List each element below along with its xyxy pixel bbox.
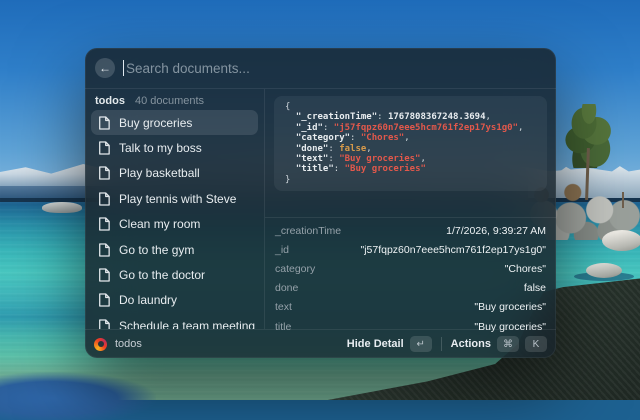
footer-app-name: todos xyxy=(115,338,142,350)
list-item-label: Play basketball xyxy=(119,166,200,180)
enter-key-icon: ↵ xyxy=(410,336,432,352)
search-bar: ← Search documents... xyxy=(85,48,556,89)
list-item-label: Buy groceries xyxy=(119,116,192,130)
metadata-label: category xyxy=(275,263,315,275)
code-line: "_creationTime": 1767808367248.3694, xyxy=(285,112,536,122)
document-icon xyxy=(98,166,110,180)
document-count: 40 documents xyxy=(135,95,204,107)
code-line: "title": "Buy groceries" xyxy=(285,164,536,174)
metadata-value: 1/7/2026, 9:39:27 AM xyxy=(446,225,546,237)
list-item-label: Talk to my boss xyxy=(119,141,202,155)
metadata-value: "Buy groceries" xyxy=(474,301,546,313)
list-item-label: Schedule a team meeting xyxy=(119,319,255,329)
footer-separator xyxy=(441,337,442,351)
code-line: } xyxy=(285,175,536,185)
footer-bar: todos Hide Detail ↵ Actions ⌘ K xyxy=(85,329,556,358)
document-icon xyxy=(98,116,110,130)
back-button[interactable]: ← xyxy=(95,58,115,78)
document-icon xyxy=(98,243,110,257)
document-icon xyxy=(98,319,110,329)
list-item[interactable]: Do laundry xyxy=(91,288,258,313)
code-line: { xyxy=(285,102,536,112)
json-code-block: { "_creationTime": 1767808367248.3694, "… xyxy=(274,96,547,191)
code-line: "category": "Chores", xyxy=(285,133,536,143)
code-line: "text": "Buy groceries", xyxy=(285,154,536,164)
metadata-label: done xyxy=(275,282,298,294)
metadata-row: _id "j57fqpz60n7eee5hcm761f2ep17ys1g0" xyxy=(265,240,556,259)
wallpaper-white-boulder-small xyxy=(586,263,622,278)
metadata-value: false xyxy=(524,282,546,294)
list-item[interactable]: Buy groceries xyxy=(91,110,258,135)
actions-button[interactable]: Actions xyxy=(451,338,491,350)
list-item-label: Do laundry xyxy=(119,293,177,307)
detail-panel: { "_creationTime": 1767808367248.3694, "… xyxy=(264,89,556,329)
json-preview-section: { "_creationTime": 1767808367248.3694, "… xyxy=(265,89,556,218)
document-list: Buy groceries Talk to my boss Play basketb… xyxy=(85,110,264,329)
list-section-header: todos 40 documents xyxy=(85,89,264,107)
convex-logo-icon xyxy=(94,338,107,351)
document-icon xyxy=(98,192,110,206)
wallpaper-small-rocks xyxy=(42,202,82,213)
k-key-icon: K xyxy=(525,336,547,352)
code-line: "_id": "j57fqpz60n7eee5hcm761f2ep17ys1g0… xyxy=(285,123,536,133)
metadata-label: _id xyxy=(275,244,289,256)
metadata-label: text xyxy=(275,301,292,313)
metadata-row: category "Chores" xyxy=(265,259,556,278)
footer-actions: Hide Detail ↵ Actions ⌘ K xyxy=(347,336,547,352)
list-item-label: Go to the doctor xyxy=(119,268,205,282)
hide-detail-button[interactable]: Hide Detail xyxy=(347,338,404,350)
list-item-label: Clean my room xyxy=(119,217,200,231)
collection-name: todos xyxy=(95,95,125,107)
list-item-label: Play tennis with Steve xyxy=(119,192,236,206)
list-item[interactable]: Play tennis with Steve xyxy=(91,186,258,211)
code-line: "done": false, xyxy=(285,144,536,154)
wallpaper-white-boulder xyxy=(602,230,640,251)
document-icon xyxy=(98,293,110,307)
window-body: todos 40 documents Buy groceries Talk to … xyxy=(85,89,556,329)
list-item[interactable]: Go to the doctor xyxy=(91,262,258,287)
list-item-label: Go to the gym xyxy=(119,243,194,257)
metadata-row: _creationTime 1/7/2026, 9:39:27 AM xyxy=(265,221,556,240)
document-icon xyxy=(98,268,110,282)
list-item[interactable]: Talk to my boss xyxy=(91,135,258,160)
list-item[interactable]: Go to the gym xyxy=(91,237,258,262)
metadata-row: done false xyxy=(265,279,556,298)
command-palette-window: ← Search documents... todos 40 documents… xyxy=(85,48,556,358)
document-icon xyxy=(98,141,110,155)
list-item[interactable]: Clean my room xyxy=(91,212,258,237)
search-input[interactable]: Search documents... xyxy=(126,61,250,76)
metadata-label: _creationTime xyxy=(275,225,341,237)
back-arrow-icon: ← xyxy=(99,61,111,75)
list-item[interactable]: Play basketball xyxy=(91,161,258,186)
documents-panel: todos 40 documents Buy groceries Talk to … xyxy=(85,89,264,329)
metadata-value: "j57fqpz60n7eee5hcm761f2ep17ys1g0" xyxy=(360,244,546,256)
metadata-value: "Chores" xyxy=(505,263,546,275)
wallpaper-pine-tree-small xyxy=(606,136,640,198)
metadata-table: _creationTime 1/7/2026, 9:39:27 AM _id "j57… xyxy=(265,218,556,336)
document-icon xyxy=(98,217,110,231)
list-item[interactable]: Schedule a team meeting xyxy=(91,313,258,329)
wallpaper-deep-water-patch xyxy=(0,372,156,420)
text-cursor xyxy=(123,60,124,76)
metadata-row: text "Buy groceries" xyxy=(265,298,556,317)
wallpaper-pine-trunk-small xyxy=(622,192,624,208)
command-key-icon: ⌘ xyxy=(497,336,519,352)
